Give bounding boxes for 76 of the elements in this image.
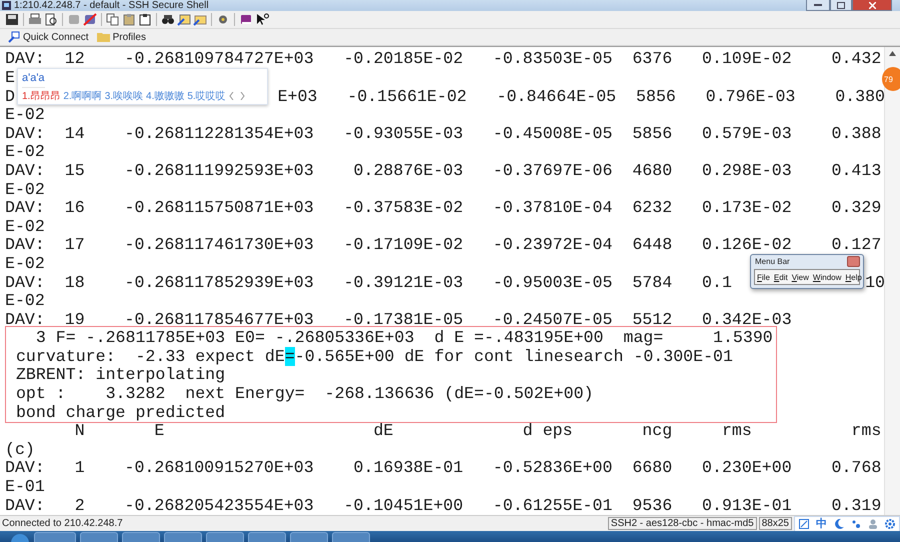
terminal-line: DAV: 15 -0.268111992593E+03 0.28876E-03 -0.37697E-06 4680 0.298E-03 0.413 (5, 162, 882, 181)
terminal-line: DAV: 17 -0.268117461730E+03 -0.17109E-02 -0.23972E-04 6448 0.126E-02 0.127 (5, 236, 882, 255)
terminal-line: DAV: 1 -0.268100915270E+03 0.16938E-01 -0.52836E+00 6680 0.230E+00 0.768 (5, 459, 882, 478)
terminal-line: D (5, 88, 15, 106)
folder-connect-icon[interactable] (193, 12, 207, 26)
scrollbar[interactable] (884, 47, 900, 516)
menu-item[interactable]: Help (845, 272, 862, 282)
binoculars-icon[interactable] (161, 12, 175, 26)
maximize-icon (837, 2, 845, 8)
terminal-line: (c) (5, 440, 35, 460)
terminal-line: E (5, 68, 15, 88)
terminal-line: E-02 (5, 292, 45, 311)
terminal-line: DAV: 14 -0.268112281354E+03 -0.93055E-03 -0.45008E-05 5856 0.579E-03 0.388 (5, 124, 882, 144)
clipboard-icon[interactable] (138, 12, 152, 26)
terminal-line: DAV: 19 -0.268117854677E+03 -0.17381E-05 -0.24507E-05 5512 0.342E-03 (5, 310, 792, 330)
terminal-line: E-02 (5, 106, 45, 125)
app-icon (2, 1, 11, 10)
disconnect-icon[interactable] (83, 12, 97, 26)
terminal-line: E-02 (5, 254, 45, 274)
window-title: Menu Bar (755, 257, 790, 266)
scroll-up-icon[interactable] (889, 51, 896, 56)
moon-icon[interactable] (834, 518, 844, 529)
cipher-info: SSH2 - aes128-cbc - hmac-md5 (608, 517, 757, 530)
new-window-icon[interactable] (177, 12, 191, 26)
terminal-line: E-02 (5, 143, 45, 162)
menu-item[interactable]: View (792, 272, 809, 282)
terminal-line: opt : 3.3282 next Energy= -268.136636 (dE=-0.502E+00) (14, 385, 594, 404)
close-button[interactable] (847, 256, 860, 267)
print-icon[interactable] (28, 12, 42, 26)
book-icon[interactable] (239, 12, 253, 26)
ime-input[interactable]: a'a'a (22, 69, 45, 88)
terminal-line: E-02 (5, 180, 45, 200)
terminal-line: E-02 (5, 218, 45, 236)
start-button[interactable] (10, 532, 30, 542)
connection-status: Connected to 210.42.248.7 (2, 518, 123, 530)
ime-candidate[interactable]: 1.昂昂昂 (22, 89, 60, 103)
help-pointer-icon[interactable] (255, 12, 269, 26)
ime-candidate[interactable]: 3.唉唉唉 (104, 89, 144, 103)
menu-item[interactable]: File (757, 272, 770, 282)
menu-item[interactable]: Window (812, 272, 842, 282)
terminal-line: bond charge predicted (14, 404, 226, 422)
maximize-button[interactable] (830, 0, 852, 11)
connect-icon (8, 31, 20, 44)
terminal-line: ZBRENT: interpolating (14, 366, 226, 386)
ime-candidate[interactable]: 4.嗷嗷嗷 (146, 89, 184, 103)
minimize-button[interactable] (806, 0, 830, 11)
terminal-size: 88x25 (758, 517, 792, 530)
terminal-line: 3 F= -.26811785E+03 E0= -.26805336E+03 d E =-.483195E+00 mag= 1.5390 (34, 329, 773, 348)
terminal-line: DAV: 16 -0.268115750871E+03 -0.37583E-02 -0.37810E-04 6232 0.173E-02 0.329 (5, 199, 882, 218)
ime-candidate[interactable]: 2.啊啊啊 (63, 89, 102, 103)
terminal-line: DAV: 2 -0.268205423554E+03 -0.10451E+00 -0.61255E-01 9536 0.913E-01 0.319 (5, 496, 882, 516)
page-arrows-icon[interactable] (228, 92, 245, 100)
user-icon[interactable] (868, 518, 878, 529)
terminal-line: N E dE d eps ncg rms rms (74, 422, 882, 441)
copy-icon[interactable] (106, 12, 120, 26)
ime-candidate[interactable]: 5.哎哎哎 (187, 89, 226, 103)
terminal-line: 10 (865, 274, 884, 292)
profiles-button[interactable]: Profiles (92, 30, 150, 45)
terminal-line: curvature: -2.33 expect dE=-0.565E+00 dE for cont linesearch -0.300E-01 (14, 348, 733, 366)
paste-icon[interactable] (122, 12, 136, 26)
terminal-line: E+03 -0.15661E-02 -0.84664E-05 5856 0.796E-03 0.380 (278, 88, 884, 106)
terminal-line: DAV: 12 -0.268109784727E+03 -0.20185E-02 -0.83503E-05 6376 0.109E-02 0.432 (5, 50, 882, 69)
close-icon (868, 2, 876, 8)
minimize-icon (814, 4, 822, 6)
punctuation-icon[interactable] (851, 518, 861, 529)
quick-connect-button[interactable]: Quick Connect (4, 30, 93, 45)
ime-switch-icon[interactable] (799, 518, 809, 529)
close-button[interactable] (852, 0, 892, 11)
terminal-line: DAV: 18 -0.268117852939E+03 -0.39121E-03 -0.95003E-05 5784 0.1 (5, 274, 732, 292)
folder-icon (96, 32, 110, 42)
terminal-line: E-01 (5, 478, 45, 497)
window-title: 1:210.42.248.7 - default - SSH Secure Shell (14, 0, 209, 11)
input-mode-toggle[interactable]: 中 (816, 516, 827, 532)
save-icon[interactable] (5, 12, 19, 26)
menu-item[interactable]: Edit (774, 272, 788, 282)
print-preview-icon[interactable] (44, 12, 58, 26)
